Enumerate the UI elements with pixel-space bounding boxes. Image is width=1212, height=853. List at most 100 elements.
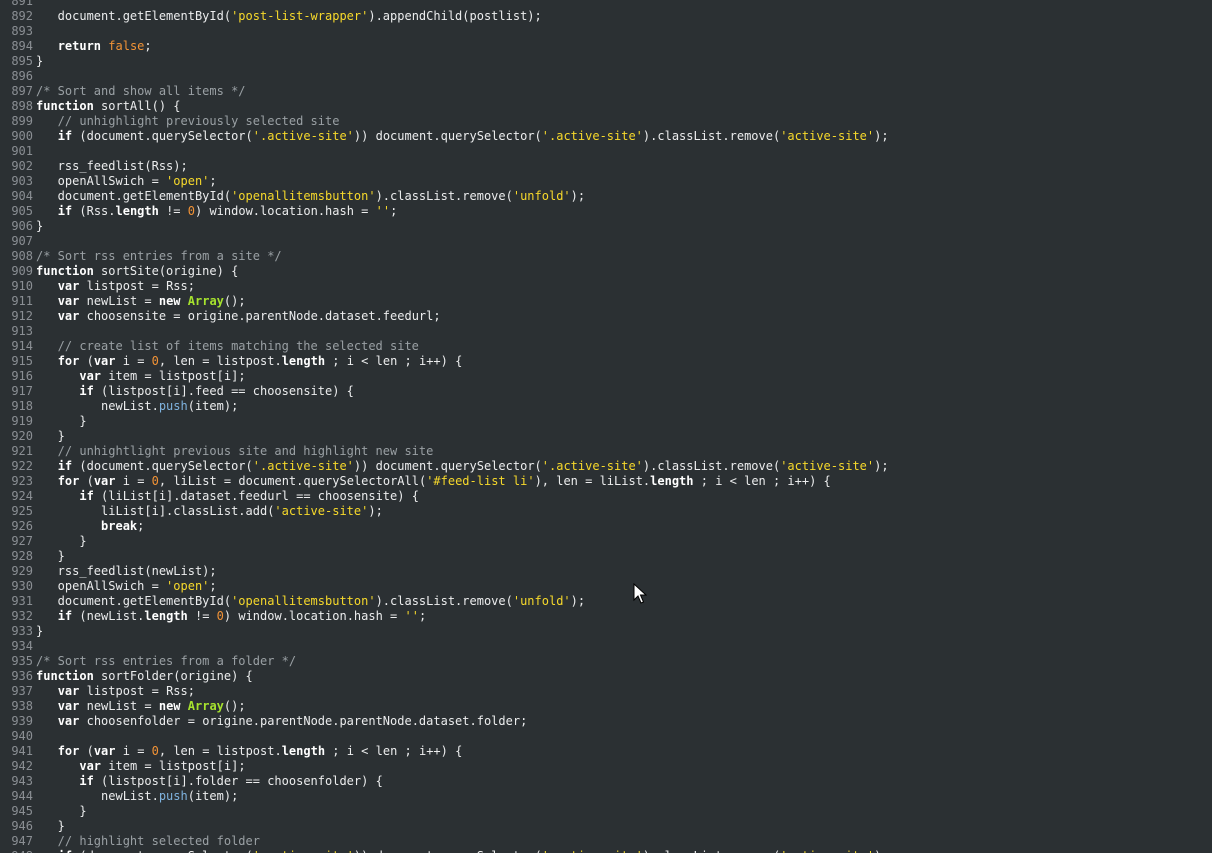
code-text[interactable]: function sortFolder(origine) {: [36, 669, 253, 684]
code-text[interactable]: newList.push(item);: [36, 789, 238, 804]
code-text[interactable]: if (document.querySelector('.active-site…: [36, 459, 889, 474]
code-text[interactable]: liList[i].classList.add('active-site');: [36, 504, 383, 519]
code-text[interactable]: document.getElementById('openallitemsbut…: [36, 594, 585, 609]
code-line[interactable]: 932 if (newList.length != 0) window.loca…: [0, 609, 1212, 624]
code-line[interactable]: 940: [0, 729, 1212, 744]
code-line[interactable]: 919 }: [0, 414, 1212, 429]
code-line[interactable]: 917 if (listpost[i].feed == choosensite)…: [0, 384, 1212, 399]
code-line[interactable]: 894 return false;: [0, 39, 1212, 54]
code-line[interactable]: 903 openAllSwich = 'open';: [0, 174, 1212, 189]
code-text[interactable]: }: [36, 429, 65, 444]
code-text[interactable]: }: [36, 819, 65, 834]
code-line[interactable]: 937 var listpost = Rss;: [0, 684, 1212, 699]
code-text[interactable]: }: [36, 624, 43, 639]
code-text[interactable]: if (Rss.length != 0) window.location.has…: [36, 204, 398, 219]
code-text[interactable]: if (newList.length != 0) window.location…: [36, 609, 427, 624]
code-line[interactable]: 900 if (document.querySelector('.active-…: [0, 129, 1212, 144]
code-text[interactable]: var item = listpost[i];: [36, 759, 245, 774]
code-text[interactable]: rss_feedlist(Rss);: [36, 159, 188, 174]
code-line[interactable]: 930 openAllSwich = 'open';: [0, 579, 1212, 594]
code-line[interactable]: 892 document.getElementById('post-list-w…: [0, 9, 1212, 24]
code-line[interactable]: 895}: [0, 54, 1212, 69]
code-text[interactable]: // highlight selected folder: [36, 834, 260, 849]
code-text[interactable]: function sortSite(origine) {: [36, 264, 238, 279]
code-line[interactable]: 915 for (var i = 0, len = listpost.lengt…: [0, 354, 1212, 369]
code-text[interactable]: }: [36, 219, 43, 234]
code-text[interactable]: var newList = new Array();: [36, 294, 246, 309]
code-line[interactable]: 907: [0, 234, 1212, 249]
code-line[interactable]: 906}: [0, 219, 1212, 234]
code-line[interactable]: 921 // unhightlight previous site and hi…: [0, 444, 1212, 459]
code-text[interactable]: var choosensite = origine.parentNode.dat…: [36, 309, 441, 324]
code-line[interactable]: 912 var choosensite = origine.parentNode…: [0, 309, 1212, 324]
code-text[interactable]: var choosenfolder = origine.parentNode.p…: [36, 714, 528, 729]
code-text[interactable]: openAllSwich = 'open';: [36, 174, 217, 189]
code-text[interactable]: }: [36, 549, 65, 564]
code-text[interactable]: if (listpost[i].feed == choosensite) {: [36, 384, 354, 399]
code-line[interactable]: 898 function sortAll() {: [0, 99, 1212, 114]
code-text[interactable]: if (document.querySelector('.active-site…: [36, 849, 889, 853]
code-text[interactable]: return false;: [36, 39, 152, 54]
code-line[interactable]: 911 var newList = new Array();: [0, 294, 1212, 309]
code-line[interactable]: 891: [0, 0, 1212, 9]
code-line[interactable]: 947 // highlight selected folder: [0, 834, 1212, 849]
code-line[interactable]: 927 }: [0, 534, 1212, 549]
code-text[interactable]: document.getElementById('openallitemsbut…: [36, 189, 585, 204]
code-text[interactable]: var newList = new Array();: [36, 699, 246, 714]
code-text[interactable]: }: [36, 414, 86, 429]
code-line[interactable]: 935/* Sort rss entries from a folder */: [0, 654, 1212, 669]
code-text[interactable]: var item = listpost[i];: [36, 369, 245, 384]
code-line[interactable]: 929 rss_feedlist(newList);: [0, 564, 1212, 579]
code-line[interactable]: 931 document.getElementById('openallitem…: [0, 594, 1212, 609]
code-text[interactable]: for (var i = 0, len = listpost.length ; …: [36, 354, 463, 369]
code-text[interactable]: if (liList[i].dataset.feedurl == choosen…: [36, 489, 419, 504]
code-line[interactable]: 899 // unhighlight previously selected s…: [0, 114, 1212, 129]
code-line[interactable]: 901: [0, 144, 1212, 159]
code-line[interactable]: 939 var choosenfolder = origine.parentNo…: [0, 714, 1212, 729]
code-line[interactable]: 948 if (document.querySelector('.active-…: [0, 849, 1212, 853]
code-line[interactable]: 896: [0, 69, 1212, 84]
code-text[interactable]: for (var i = 0, len = listpost.length ; …: [36, 744, 463, 759]
code-line[interactable]: 938 var newList = new Array();: [0, 699, 1212, 714]
code-line[interactable]: 926 break;: [0, 519, 1212, 534]
code-editor[interactable]: 891 892 document.getElementById('post-lis…: [0, 0, 1212, 853]
code-line[interactable]: 933}: [0, 624, 1212, 639]
code-line[interactable]: 945 }: [0, 804, 1212, 819]
code-text[interactable]: }: [36, 804, 86, 819]
code-text[interactable]: var listpost = Rss;: [36, 684, 195, 699]
code-text[interactable]: var listpost = Rss;: [36, 279, 195, 294]
code-line[interactable]: 934: [0, 639, 1212, 654]
code-text[interactable]: // unhighlight previously selected site: [36, 114, 340, 129]
code-text[interactable]: /* Sort rss entries from a folder */: [36, 654, 296, 669]
code-line[interactable]: 893: [0, 24, 1212, 39]
code-line[interactable]: 942 var item = listpost[i];: [0, 759, 1212, 774]
code-text[interactable]: if (listpost[i].folder == choosenfolder)…: [36, 774, 382, 789]
code-line[interactable]: 923 for (var i = 0, liList = document.qu…: [0, 474, 1212, 489]
code-line[interactable]: 925 liList[i].classList.add('active-site…: [0, 504, 1212, 519]
code-text[interactable]: // unhightlight previous site and highli…: [36, 444, 434, 459]
code-text[interactable]: /* Sort and show all items */: [36, 84, 246, 99]
code-line[interactable]: 909 function sortSite(origine) {: [0, 264, 1212, 279]
code-line[interactable]: 897/* Sort and show all items */: [0, 84, 1212, 99]
code-text[interactable]: function sortAll() {: [36, 99, 181, 114]
code-line[interactable]: 941 for (var i = 0, len = listpost.lengt…: [0, 744, 1212, 759]
code-line[interactable]: 920 }: [0, 429, 1212, 444]
code-line[interactable]: 905 if (Rss.length != 0) window.location…: [0, 204, 1212, 219]
code-line[interactable]: 916 var item = listpost[i];: [0, 369, 1212, 384]
code-text[interactable]: }: [36, 54, 43, 69]
code-line[interactable]: 908/* Sort rss entries from a site */: [0, 249, 1212, 264]
code-text[interactable]: }: [36, 534, 86, 549]
code-line[interactable]: 914 // create list of items matching the…: [0, 339, 1212, 354]
code-line[interactable]: 946 }: [0, 819, 1212, 834]
code-line[interactable]: 910 var listpost = Rss;: [0, 279, 1212, 294]
code-text[interactable]: rss_feedlist(newList);: [36, 564, 217, 579]
code-text[interactable]: newList.push(item);: [36, 399, 238, 414]
code-line[interactable]: 943 if (listpost[i].folder == choosenfol…: [0, 774, 1212, 789]
code-line[interactable]: 902 rss_feedlist(Rss);: [0, 159, 1212, 174]
code-text[interactable]: document.getElementById('post-list-wrapp…: [36, 9, 542, 24]
code-text[interactable]: // create list of items matching the sel…: [36, 339, 419, 354]
code-line[interactable]: 928 }: [0, 549, 1212, 564]
code-line[interactable]: 924 if (liList[i].dataset.feedurl == cho…: [0, 489, 1212, 504]
code-text[interactable]: /* Sort rss entries from a site */: [36, 249, 282, 264]
code-line[interactable]: 913: [0, 324, 1212, 339]
